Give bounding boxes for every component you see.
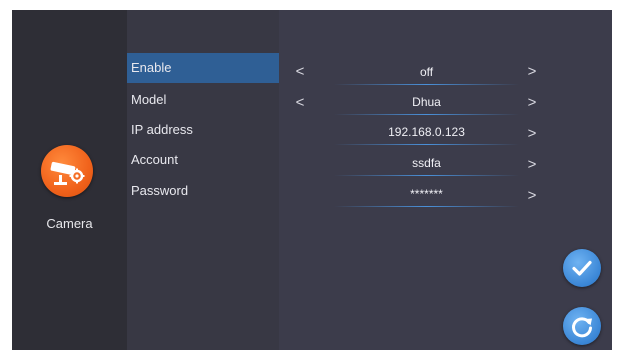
enable-prev-arrow-icon[interactable]: < [292, 62, 308, 82]
account-field[interactable]: ssdfa [334, 152, 519, 174]
menu-item-ip-address[interactable]: IP address [127, 115, 279, 145]
ip-address-field[interactable]: 192.168.0.123 [334, 121, 519, 143]
sidebar: Camera [12, 10, 127, 350]
reset-button[interactable] [563, 307, 601, 345]
model-prev-arrow-icon[interactable]: < [292, 93, 308, 113]
camera-settings-icon[interactable] [41, 145, 93, 197]
model-value: Dhua [412, 95, 441, 109]
refresh-icon [572, 317, 592, 338]
enable-next-arrow-icon[interactable]: > [524, 62, 540, 82]
enable-underline [334, 84, 519, 85]
device-screen: Camera Enable Model IP address Account P… [12, 10, 612, 350]
settings-menu: Enable Model IP address Account Password [127, 10, 279, 350]
model-next-arrow-icon[interactable]: > [524, 93, 540, 113]
confirm-button[interactable] [563, 249, 601, 287]
password-field[interactable]: ******* [334, 183, 519, 205]
password-underline [334, 206, 519, 207]
account-next-arrow-icon[interactable]: > [524, 155, 540, 175]
menu-item-account[interactable]: Account [127, 145, 279, 175]
password-next-arrow-icon[interactable]: > [524, 186, 540, 206]
account-underline [334, 175, 519, 176]
ip-address-underline [334, 144, 519, 145]
field-panel: < off > < Dhua > 192.168.0.123 > ssdfa >… [279, 10, 612, 350]
check-icon [572, 260, 592, 276]
menu-item-enable[interactable]: Enable [127, 53, 279, 83]
menu-item-password[interactable]: Password [127, 176, 279, 206]
menu-item-model[interactable]: Model [127, 85, 279, 115]
model-underline [334, 114, 519, 115]
ip-address-next-arrow-icon[interactable]: > [524, 124, 540, 144]
enable-value: off [419, 65, 434, 79]
sidebar-title: Camera [46, 216, 93, 231]
